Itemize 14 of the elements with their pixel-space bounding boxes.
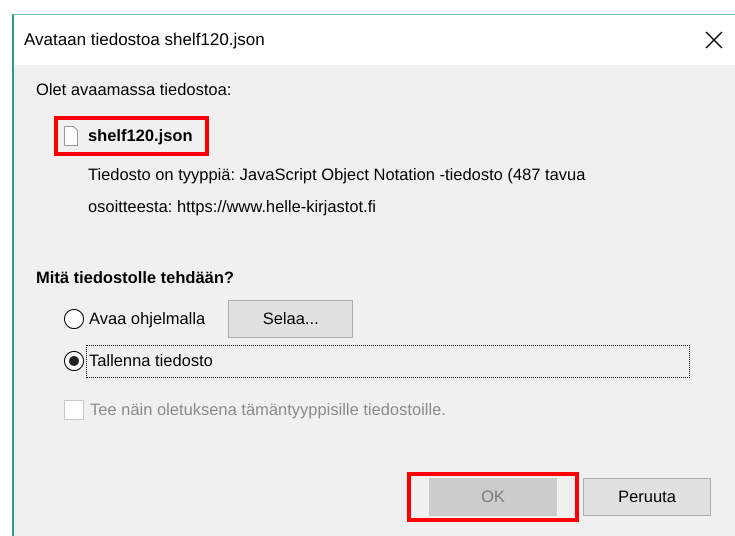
- browse-button[interactable]: Selaa...: [228, 300, 354, 338]
- file-source-text: osoitteesta: https://www.helle-kirjastot.fi: [88, 198, 377, 217]
- radio-button[interactable]: [64, 309, 84, 329]
- file-icon: [64, 126, 78, 146]
- intro-text: Olet avaamassa tiedostoa:: [36, 81, 232, 100]
- radio-label[interactable]: Tallenna tiedosto: [86, 344, 690, 378]
- radio-button[interactable]: [64, 351, 84, 371]
- file-type-text: Tiedosto on tyyppiä: JavaScript Object Notation -tiedosto (487 tavua: [88, 166, 586, 185]
- close-icon[interactable]: [705, 31, 723, 49]
- dialog-button[interactable]: Peruuta: [583, 478, 711, 516]
- question-heading: Mitä tiedostolle tehdään?: [36, 269, 236, 288]
- file-name: shelf120.json: [88, 126, 193, 146]
- window-title: Avataan tiedostoa shelf120.json: [24, 30, 265, 50]
- radio-label[interactable]: Avaa ohjelmalla: [86, 302, 208, 336]
